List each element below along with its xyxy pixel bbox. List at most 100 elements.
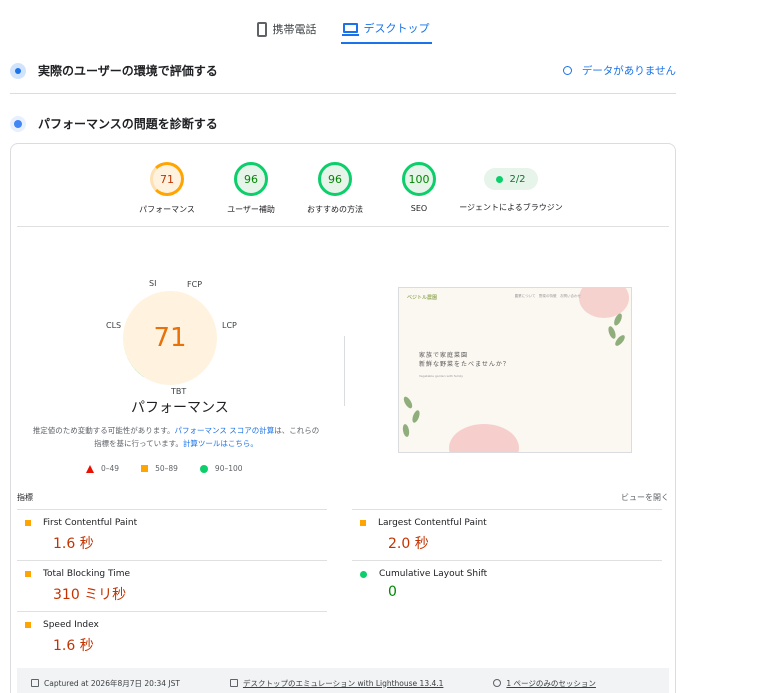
score-ring: 71 [150,162,184,196]
pass-circle-icon [199,464,208,473]
metric-value: 0 [388,584,397,600]
metric-fcp[interactable]: First Contentful Paint 1.6 秒 [17,509,327,553]
pass-circle-icon [360,570,367,578]
agent-value: 2/2 [509,173,526,185]
metric-name-row: First Contentful Paint [25,518,327,528]
score-gauges: 71 パフォーマンス 96 ユーザー補助 96 おすすめの方法 100 SEO … [11,162,675,215]
score-legend: 0–49 50–89 90–100 [86,464,243,473]
metric-name-row: Speed Index [25,620,327,630]
desktop-icon [229,679,238,687]
metric-name-row: Total Blocking Time [25,569,327,579]
legend-avg-text: 50–89 [155,464,178,473]
gauge-performance[interactable]: 71 パフォーマンス [125,162,209,215]
metric-name: Total Blocking Time [43,569,131,579]
gauge-agent-browsing[interactable]: 2/2 ージェントによるブラウジン [459,162,563,215]
average-square-icon [25,571,31,577]
agent-pill: 2/2 [484,168,538,190]
metric-tbt[interactable]: Total Blocking Time 310 ミリ秒 [17,560,327,604]
report-footer: Captured at 2026年8月7日 20:34 JST デスクトップのエ… [17,668,669,693]
average-square-icon [141,465,149,472]
phone-icon [256,21,267,37]
note-text-a: 推定値のため変動する可能性があります。 [32,426,175,435]
gauge-seo[interactable]: 100 SEO [377,162,461,215]
score-note: 推定値のため変動する可能性があります。パフォーマンス スコアの計算は、これらの指… [31,424,321,450]
pink-blob-decoration [449,424,519,452]
field-data-title: 実際のユーザーの環境で評価する [38,64,218,78]
no-data-text: データがありません [581,65,676,77]
legend-pass: 90–100 [199,464,243,473]
device-tabs: 携帯電話 デスクトップ [0,14,686,44]
segment-tbt: TBT [171,387,187,396]
gauge-label: おすすめの方法 [307,205,363,214]
session-text: 1 ページのみのセッション [506,678,596,688]
captured-at-text: Captured at 2026年8月7日 20:34 JST [44,678,180,688]
tab-mobile-label: 携帯電話 [272,23,317,36]
performance-title: パフォーマンス [131,400,229,416]
average-square-icon [25,622,31,628]
page-screenshot-preview[interactable]: ベジトル農園 農業について 野菜の特徴 お問い合わせ 家族で家庭菜園 新鮮な野菜… [398,287,632,453]
metric-value: 2.0 秒 [388,536,429,552]
gauge-label: SEO [410,204,428,213]
metric-lcp[interactable]: Largest Contentful Paint 2.0 秒 [352,509,662,553]
emulation-text: デスクトップのエミュレーション with Lighthouse 13.4.1 [242,678,444,688]
score-ring: 96 [318,162,352,196]
segment-si: SI [149,279,157,288]
metric-cls[interactable]: Cumulative Layout Shift 0 [352,560,662,600]
session-info[interactable]: 1 ページのみのセッション [493,678,596,689]
expand-view-button[interactable]: ビューを開く [621,492,669,503]
metric-si[interactable]: Speed Index 1.6 秒 [17,611,327,655]
vertical-separator [344,336,345,406]
report-card: 71 パフォーマンス 96 ユーザー補助 96 おすすめの方法 100 SEO … [10,143,676,693]
preview-headline-line1: 家族で家庭菜園 [419,352,469,359]
legend-pass-text: 90–100 [214,464,243,473]
score-ring: 96 [234,162,268,196]
desktop-icon [341,23,359,36]
metric-name-row: Cumulative Layout Shift [360,569,662,579]
performance-score: 71 [123,291,217,385]
preview-headline: 家族で家庭菜園 新鮮な野菜をたべませんか？ [419,351,510,369]
score-ring: 100 [402,162,436,196]
metric-name-row: Largest Contentful Paint [360,518,662,528]
lab-icon [10,115,26,132]
tab-mobile[interactable]: 携帯電話 [255,14,319,44]
tab-desktop[interactable]: デスクトップ [340,14,432,44]
gauge-best-practices[interactable]: 96 おすすめの方法 [293,162,377,215]
tab-desktop-label: デスクトップ [363,22,430,35]
metric-name: First Contentful Paint [43,518,138,528]
section-divider [10,93,676,94]
calculator-link[interactable]: 計算ツールはこちら。 [183,439,258,448]
legend-fail: 0–49 [86,464,119,473]
gauge-accessibility[interactable]: 96 ユーザー補助 [209,162,293,215]
lab-data-header: パフォーマンスの問題を診断する [10,115,676,132]
session-icon [493,679,502,687]
field-data-header: 実際のユーザーの環境で評価する データがありません [10,62,676,79]
preview-headline-line2: 新鮮な野菜をたべませんか？ [419,361,510,368]
emulation-info[interactable]: デスクトップのエミュレーション with Lighthouse 13.4.1 [229,678,444,689]
gauge-label: ージェントによるブラウジン [459,203,563,212]
metric-name: Speed Index [43,620,99,630]
info-icon [562,66,572,75]
average-square-icon [360,520,366,526]
metrics-title: 指標 [17,493,33,502]
segment-lcp: LCP [222,321,237,330]
metric-value: 310 ミリ秒 [53,587,127,603]
performance-gauge: 71 SI FCP LCP TBT CLS [101,279,241,399]
metric-name: Largest Contentful Paint [378,518,487,528]
preview-nav: 農業について 野菜の特徴 お問い合わせ [514,294,581,298]
score-calc-link[interactable]: パフォーマンス スコアの計算 [175,426,275,435]
no-data-status: データがありません [562,63,676,78]
segment-fcp: FCP [187,280,203,289]
preview-subtitle: Vegetable garden with family [419,374,464,378]
average-square-icon [25,520,31,526]
users-icon [10,62,26,79]
fail-triangle-icon [86,464,94,473]
gauge-label: ユーザー補助 [227,205,275,214]
preview-logo: ベジトル農園 [407,295,438,301]
leaf-decoration [606,325,618,340]
leaf-decoration [401,423,411,438]
metric-name: Cumulative Layout Shift [379,569,488,579]
segment-cls: CLS [106,321,122,330]
metrics-header: 指標 ビューを開く [17,492,669,503]
leaf-decoration [410,409,422,424]
calendar-icon [31,679,39,687]
